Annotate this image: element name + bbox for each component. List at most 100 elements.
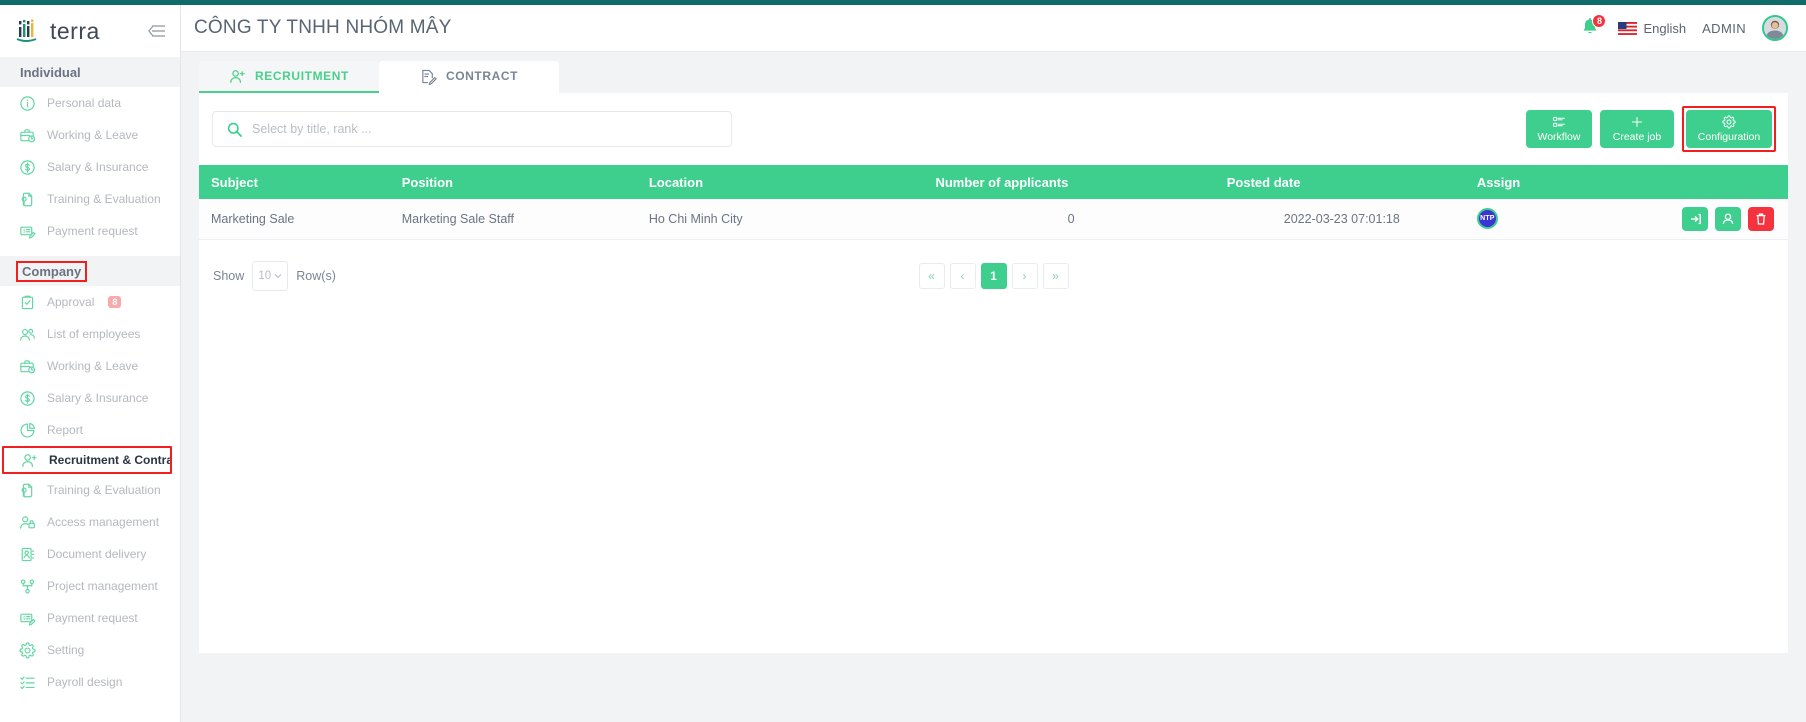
table-header-row: Subject Position Location Number of appl…	[199, 165, 1788, 199]
person-icon[interactable]	[1715, 206, 1741, 231]
column-header-subject[interactable]: Subject	[199, 165, 392, 199]
sidebar-item-label: Salary & Insurance	[47, 160, 149, 174]
sidebar-item-label: List of employees	[47, 327, 141, 341]
checklist-icon	[19, 674, 36, 691]
sidebar-section-title: Company	[16, 260, 88, 282]
cell-position: Marketing Sale Staff	[391, 199, 639, 240]
cell-posted-date: 2022-03-23 07:01:18	[1216, 199, 1467, 240]
sidebar-item-salary-insurance[interactable]: Salary & Insurance	[2, 151, 178, 183]
workflow-button[interactable]: Workflow	[1526, 110, 1592, 148]
sidebar-item-payroll-design[interactable]: Payroll design	[2, 666, 178, 698]
document-check-icon	[19, 482, 36, 499]
sidebar-item-badge: 8	[108, 295, 122, 309]
user-lock-icon	[19, 514, 36, 531]
sidebar-item-label: Salary & Insurance	[47, 391, 149, 405]
sidebar-section-header-company: Company	[0, 256, 180, 286]
sidebar-item-payment-request[interactable]: $ Payment request	[2, 215, 178, 247]
sidebar-item-recruitment-contract[interactable]: Recruitment & Contract	[2, 446, 172, 474]
main-area: CÔNG TY TNHH NHÓM MÂY 8 English ADMIN RE…	[181, 0, 1806, 722]
tab-label: CONTRACT	[445, 69, 519, 83]
sidebar-item-label: Project management	[47, 579, 158, 593]
column-header-applicants[interactable]: Number of applicants	[925, 165, 1217, 199]
invoice-edit-icon: $	[19, 223, 36, 240]
action-button-wrapper: Create job	[1600, 110, 1674, 148]
trash-icon[interactable]	[1748, 206, 1774, 231]
user-plus-icon	[229, 68, 246, 85]
action-button-wrapper: Workflow	[1526, 110, 1592, 148]
show-label: Show	[213, 268, 245, 283]
page-1[interactable]: 1	[980, 262, 1007, 289]
sidebar-item-label: Approval	[47, 295, 95, 309]
users-icon	[19, 326, 36, 343]
action-buttons: Workflow Create job Configuration	[1526, 106, 1776, 152]
sidebar-item-label: Personal data	[47, 96, 122, 110]
column-header-position[interactable]: Position	[391, 165, 639, 199]
table-footer: Show 10 Row(s) «‹ 1 ›»	[199, 240, 1788, 296]
sidebar-item-report[interactable]: Report	[2, 414, 178, 446]
sidebar-item-training-evaluation[interactable]: Training & Evaluation	[2, 183, 178, 215]
sidebar-item-working-leave[interactable]: Working & Leave	[2, 119, 178, 151]
collapse-menu-icon[interactable]	[146, 20, 168, 42]
sidebar-nav: Individual Personal data Working & Leave Sa…	[0, 57, 180, 698]
sidebar-item-salary-insurance[interactable]: Salary & Insurance	[2, 382, 178, 414]
user-name-label: ADMIN	[1702, 20, 1746, 36]
action-button-wrapper: Configuration	[1682, 106, 1776, 152]
rows-per-page-select[interactable]: 10	[252, 260, 289, 291]
sidebar-item-access-management[interactable]: Access management	[2, 506, 178, 538]
sidebar-item-label: Report	[47, 423, 84, 437]
search-box[interactable]	[212, 111, 732, 147]
top-bar: CÔNG TY TNHH NHÓM MÂY 8 English ADMIN	[181, 5, 1806, 52]
assign-avatar[interactable]: NTP	[1476, 208, 1498, 230]
create-job-button[interactable]: Create job	[1600, 110, 1674, 148]
search-input[interactable]	[252, 122, 717, 136]
sidebar-item-document-delivery[interactable]: Document delivery	[2, 538, 178, 570]
cell-applicants: 0	[925, 199, 1217, 240]
user-plus-icon	[21, 452, 38, 469]
sidebar-item-label: Document delivery	[47, 547, 147, 561]
last-page[interactable]: »	[1042, 262, 1069, 289]
plus-icon	[1630, 115, 1644, 129]
tab-contract[interactable]: CONTRACT	[379, 61, 559, 93]
dollar-circle-icon	[19, 390, 36, 407]
cell-location: Ho Chi Minh City	[638, 199, 926, 240]
column-header-posted-date[interactable]: Posted date	[1216, 165, 1467, 199]
avatar[interactable]	[1762, 15, 1788, 41]
sidebar-item-project-management[interactable]: Project management	[2, 570, 178, 602]
sidebar-item-payment-request[interactable]: $ Payment request	[2, 602, 178, 634]
top-accent-strip	[0, 0, 1806, 5]
column-header-assign[interactable]: Assign	[1466, 165, 1603, 199]
cell-subject: Marketing Sale	[199, 199, 392, 240]
sidebar-item-list-of-employees[interactable]: List of employees	[2, 318, 178, 350]
sidebar-item-approval[interactable]: Approval 8	[2, 286, 178, 318]
column-header-location[interactable]: Location	[638, 165, 926, 199]
sidebar-item-personal-data[interactable]: Personal data	[2, 87, 178, 119]
svg-text:$: $	[23, 228, 26, 233]
configuration-button[interactable]: Configuration	[1686, 110, 1772, 148]
language-selector[interactable]: English	[1618, 21, 1686, 36]
first-page[interactable]: «	[918, 262, 945, 289]
cell-assign: NTP	[1466, 199, 1603, 240]
tab-recruitment[interactable]: RECRUITMENT	[199, 61, 379, 93]
search-icon	[227, 122, 242, 137]
sidebar-item-label: Setting	[47, 643, 85, 657]
row-action-group	[1612, 206, 1778, 231]
sidebar: terra Individual Personal data Working & L…	[0, 0, 181, 722]
sidebar-item-label: Working & Leave	[47, 359, 139, 373]
table-row[interactable]: Marketing Sale Marketing Sale Staff Ho C…	[199, 199, 1788, 240]
tab-bar: RECRUITMENT CONTRACT	[181, 52, 1806, 93]
action-button-label: Create job	[1612, 131, 1662, 143]
sidebar-item-label: Recruitment & Contract	[49, 453, 170, 467]
sidebar-item-label: Training & Evaluation	[47, 192, 161, 206]
prev-page[interactable]: ‹	[949, 262, 976, 289]
login-arrow-icon[interactable]	[1682, 206, 1708, 231]
action-button-label: Configuration	[1697, 131, 1761, 143]
sidebar-section-title: Individual	[20, 64, 81, 80]
rows-label: Row(s)	[296, 268, 336, 283]
sidebar-item-setting[interactable]: Setting	[2, 634, 178, 666]
next-page[interactable]: ›	[1011, 262, 1038, 289]
sidebar-item-training-evaluation[interactable]: Training & Evaluation	[2, 474, 178, 506]
sidebar-item-working-leave[interactable]: Working & Leave	[2, 350, 178, 382]
action-button-label: Workflow	[1537, 131, 1581, 143]
sidebar-section-header-individual: Individual	[0, 57, 180, 87]
bell-icon[interactable]: 8	[1580, 14, 1607, 39]
